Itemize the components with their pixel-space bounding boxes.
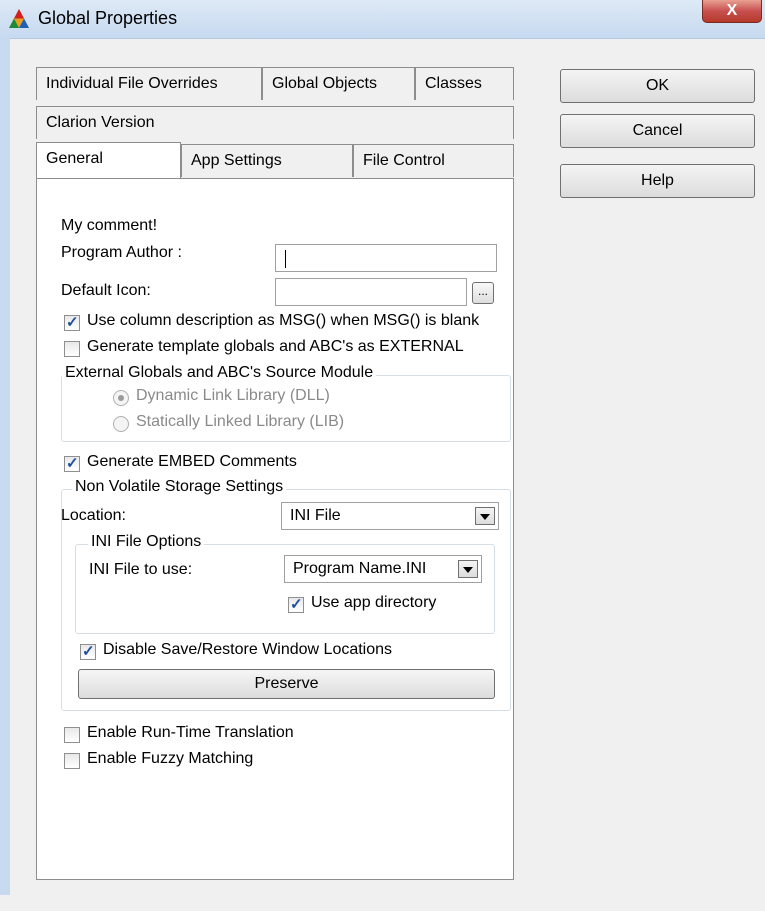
runtime-translation-label: Enable Run-Time Translation	[87, 724, 294, 741]
location-select[interactable]: INI File	[281, 502, 499, 530]
chevron-down-icon[interactable]	[458, 560, 478, 578]
tab-label: General	[46, 150, 103, 167]
ok-button[interactable]: OK	[560, 69, 755, 103]
tab-label: Classes	[425, 75, 482, 92]
default-icon-input[interactable]	[275, 278, 467, 306]
disable-save-restore-label: Disable Save/Restore Window Locations	[103, 641, 393, 658]
preserve-button[interactable]: Preserve	[78, 669, 495, 699]
use-app-directory-label: Use app directory	[311, 594, 437, 611]
lib-radio-label: Statically Linked Library (LIB)	[136, 413, 345, 430]
location-label: Location:	[61, 507, 126, 524]
chevron-down-icon[interactable]	[475, 507, 495, 525]
tab-clarion-version[interactable]: Clarion Version	[36, 106, 514, 139]
generate-embed-comments-checkbox[interactable]	[64, 454, 80, 472]
tab-label: Global Objects	[272, 75, 377, 92]
fuzzy-matching-checkbox[interactable]	[64, 753, 80, 769]
generate-template-globals-checkbox[interactable]	[64, 341, 80, 357]
window-frame-left	[0, 38, 10, 911]
text-caret	[285, 250, 286, 268]
runtime-translation-checkbox[interactable]	[64, 727, 80, 743]
ini-file-label: INI File to use:	[89, 561, 193, 578]
dll-radio	[113, 390, 129, 406]
lib-radio	[113, 416, 129, 432]
external-globals-group	[61, 375, 511, 442]
generate-template-globals-label: Generate template globals and ABC's as E…	[87, 338, 464, 355]
dll-radio-label: Dynamic Link Library (DLL)	[136, 387, 330, 404]
program-author-label: Program Author :	[61, 244, 182, 261]
browse-icon-button[interactable]: ...	[472, 282, 494, 304]
tab-label: App Settings	[191, 152, 282, 169]
tab-file-control[interactable]: File Control	[353, 144, 514, 177]
tab-label: Individual File Overrides	[46, 75, 218, 92]
comment-text: My comment!	[61, 217, 158, 234]
tab-label: Clarion Version	[46, 114, 155, 131]
tab-app-settings[interactable]: App Settings	[181, 144, 353, 177]
fuzzy-matching-label: Enable Fuzzy Matching	[87, 750, 254, 767]
ini-file-options-group-title: INI File Options	[88, 533, 205, 551]
non-volatile-storage-group-title: Non Volatile Storage Settings	[72, 478, 287, 496]
use-app-directory-checkbox[interactable]	[288, 595, 304, 613]
close-icon: X	[726, 2, 738, 19]
tab-classes[interactable]: Classes	[415, 67, 514, 100]
app-logo-icon	[9, 9, 29, 28]
tab-label: File Control	[363, 152, 445, 169]
window-title: Global Properties	[38, 8, 178, 28]
location-value: INI File	[290, 507, 341, 524]
ini-file-select[interactable]: Program Name.INI	[284, 555, 482, 583]
generate-embed-comments-label: Generate EMBED Comments	[87, 453, 297, 470]
default-icon-label: Default Icon:	[61, 282, 151, 299]
use-column-description-checkbox[interactable]	[64, 313, 80, 331]
program-author-input[interactable]	[275, 244, 497, 272]
window-frame-bottom	[0, 895, 765, 911]
tab-global-objects[interactable]: Global Objects	[262, 67, 415, 100]
tab-general[interactable]: General	[36, 142, 181, 178]
disable-save-restore-checkbox[interactable]	[80, 642, 96, 660]
external-globals-group-title: External Globals and ABC's Source Module	[62, 364, 377, 382]
cancel-button[interactable]: Cancel	[560, 114, 755, 148]
global-properties-window: Global Properties X Individual File Over…	[0, 0, 765, 911]
title-bar: Global Properties X	[0, 0, 765, 39]
tab-individual-file-overrides[interactable]: Individual File Overrides	[36, 67, 262, 100]
use-column-description-label: Use column description as MSG() when MSG…	[87, 312, 480, 329]
help-button[interactable]: Help	[560, 164, 755, 198]
close-button[interactable]: X	[702, 0, 762, 23]
ini-file-value: Program Name.INI	[293, 560, 427, 577]
